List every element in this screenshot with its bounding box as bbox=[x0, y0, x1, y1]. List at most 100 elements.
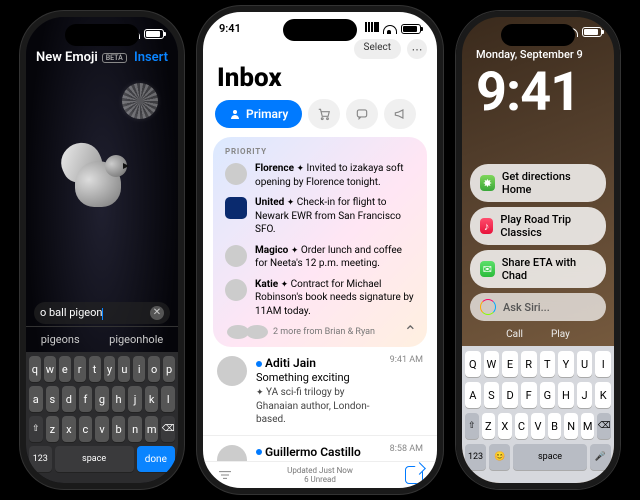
key-x[interactable]: x bbox=[62, 416, 76, 442]
inbox-title: Inbox bbox=[203, 63, 437, 99]
key-C[interactable]: C bbox=[515, 413, 529, 439]
insert-button[interactable]: Insert bbox=[134, 50, 168, 65]
key-h[interactable]: h bbox=[112, 386, 126, 412]
key-V[interactable]: V bbox=[531, 413, 545, 439]
prompt-input[interactable]: o ball pigeon ✕ bbox=[34, 302, 170, 324]
key-M[interactable]: M bbox=[581, 413, 595, 439]
lock-time: 9:41 bbox=[462, 61, 614, 124]
key-space[interactable]: space bbox=[513, 444, 587, 470]
avatar bbox=[217, 356, 247, 386]
select-button[interactable]: Select bbox=[354, 39, 401, 59]
mail-item[interactable]: Guillermo CastilloCheck-in✦ Next major r… bbox=[203, 436, 437, 461]
key-r[interactable]: r bbox=[74, 356, 86, 382]
key-a[interactable]: a bbox=[29, 386, 43, 412]
priority-item[interactable]: Florence ✦ Invited to izakaya soft openi… bbox=[225, 162, 415, 189]
mail-item[interactable]: Aditi JainSomething exciting✦ YA sci-fi … bbox=[203, 347, 437, 436]
chevron-up-icon[interactable]: ⌃ bbox=[404, 322, 417, 341]
key-g[interactable]: g bbox=[95, 386, 109, 412]
key-G[interactable]: G bbox=[540, 382, 556, 408]
key-o[interactable]: o bbox=[148, 356, 160, 382]
pigeon-emoji[interactable] bbox=[57, 139, 147, 229]
key-t[interactable]: t bbox=[89, 356, 101, 382]
keyboard: qwertyuiop asdfghjkl ⇧zxcvbnm⌫ 123spaced… bbox=[26, 352, 178, 483]
key-done[interactable]: done bbox=[137, 446, 175, 472]
quick-call[interactable]: Call bbox=[506, 329, 523, 340]
ask-siri-input[interactable]: Ask Siri... bbox=[470, 293, 606, 321]
key-p[interactable]: p bbox=[163, 356, 175, 382]
key-mic[interactable]: 🎤 bbox=[590, 444, 611, 470]
key-q[interactable]: q bbox=[29, 356, 41, 382]
key-y[interactable]: y bbox=[104, 356, 116, 382]
key-k[interactable]: k bbox=[145, 386, 159, 412]
quick-play[interactable]: Play bbox=[551, 329, 570, 340]
key-R[interactable]: R bbox=[521, 351, 537, 377]
key-E[interactable]: E bbox=[502, 351, 518, 377]
wifi-icon bbox=[564, 27, 578, 37]
priority-more[interactable]: 2 more from Brian & Ryan bbox=[227, 324, 415, 339]
disco-ball-icon bbox=[122, 83, 158, 119]
key-X[interactable]: X bbox=[498, 413, 512, 439]
key-v[interactable]: v bbox=[95, 416, 109, 442]
key-row: qwertyuiop bbox=[29, 356, 175, 382]
key-d[interactable]: d bbox=[62, 386, 76, 412]
key-A[interactable]: A bbox=[465, 382, 481, 408]
key-z[interactable]: z bbox=[46, 416, 60, 442]
key-l[interactable]: l bbox=[161, 386, 175, 412]
key-Y[interactable]: Y bbox=[558, 351, 574, 377]
suggestion-map[interactable]: ✸Get directions Home bbox=[470, 164, 606, 202]
key-u[interactable]: u bbox=[118, 356, 130, 382]
key-B[interactable]: B bbox=[548, 413, 562, 439]
key-s[interactable]: s bbox=[46, 386, 60, 412]
key-j[interactable]: j bbox=[128, 386, 142, 412]
clear-icon[interactable]: ✕ bbox=[150, 306, 164, 320]
lock-date: Monday, September 9 bbox=[462, 40, 614, 61]
suggestion-music[interactable]: ♪Play Road Trip Classics bbox=[470, 207, 606, 245]
key-emoji[interactable]: 😊 bbox=[489, 444, 510, 470]
suggestion-msg[interactable]: ✉Share ETA with Chad bbox=[470, 250, 606, 288]
key-F[interactable]: F bbox=[521, 382, 537, 408]
key-row: 123spacedone bbox=[29, 446, 175, 472]
key-N[interactable]: N bbox=[564, 413, 578, 439]
key-Z[interactable]: Z bbox=[482, 413, 496, 439]
suggestion[interactable]: pigeonhole bbox=[105, 331, 167, 348]
tab-updates[interactable] bbox=[346, 99, 378, 129]
key-row: ⇧zxcvbnm⌫ bbox=[29, 416, 175, 442]
tab-promotions[interactable] bbox=[384, 99, 416, 129]
key-D[interactable]: D bbox=[502, 382, 518, 408]
key-Q[interactable]: Q bbox=[465, 351, 481, 377]
key-delete[interactable]: ⌫ bbox=[597, 413, 611, 439]
compose-button[interactable] bbox=[405, 466, 423, 484]
key-i[interactable]: i bbox=[133, 356, 145, 382]
key-U[interactable]: U bbox=[577, 351, 593, 377]
key-T[interactable]: T bbox=[540, 351, 556, 377]
tab-primary[interactable]: Primary bbox=[215, 100, 302, 128]
key-shift[interactable]: ⇧ bbox=[29, 416, 43, 442]
more-button[interactable]: ⋯ bbox=[407, 39, 427, 59]
key-I[interactable]: I bbox=[595, 351, 611, 377]
suggestion[interactable]: pigeons bbox=[37, 331, 84, 348]
priority-item[interactable]: United ✦ Check-in for flight to Newark E… bbox=[225, 196, 415, 237]
key-W[interactable]: W bbox=[484, 351, 500, 377]
tab-transactions[interactable] bbox=[308, 99, 340, 129]
bottom-bar: Updated Just Now6 Unread bbox=[203, 461, 437, 488]
key-f[interactable]: f bbox=[79, 386, 93, 412]
priority-item[interactable]: Magico ✦ Order lunch and coffee for Neet… bbox=[225, 244, 415, 271]
key-S[interactable]: S bbox=[484, 382, 500, 408]
key-H[interactable]: H bbox=[558, 382, 574, 408]
key-123[interactable]: 123 bbox=[465, 444, 486, 470]
key-space[interactable]: space bbox=[55, 446, 134, 472]
key-K[interactable]: K bbox=[595, 382, 611, 408]
key-m[interactable]: m bbox=[145, 416, 159, 442]
key-w[interactable]: w bbox=[44, 356, 56, 382]
msg-icon: ✉ bbox=[480, 261, 495, 277]
key-e[interactable]: e bbox=[59, 356, 71, 382]
key-c[interactable]: c bbox=[79, 416, 93, 442]
key-b[interactable]: b bbox=[112, 416, 126, 442]
key-delete[interactable]: ⌫ bbox=[161, 416, 175, 442]
key-n[interactable]: n bbox=[128, 416, 142, 442]
key-J[interactable]: J bbox=[577, 382, 593, 408]
key-123[interactable]: 123 bbox=[29, 446, 52, 472]
person-icon bbox=[229, 108, 241, 120]
key-shift[interactable]: ⇧ bbox=[465, 413, 479, 439]
priority-item[interactable]: Katie ✦ Contract for Michael Robinson's … bbox=[225, 278, 415, 319]
